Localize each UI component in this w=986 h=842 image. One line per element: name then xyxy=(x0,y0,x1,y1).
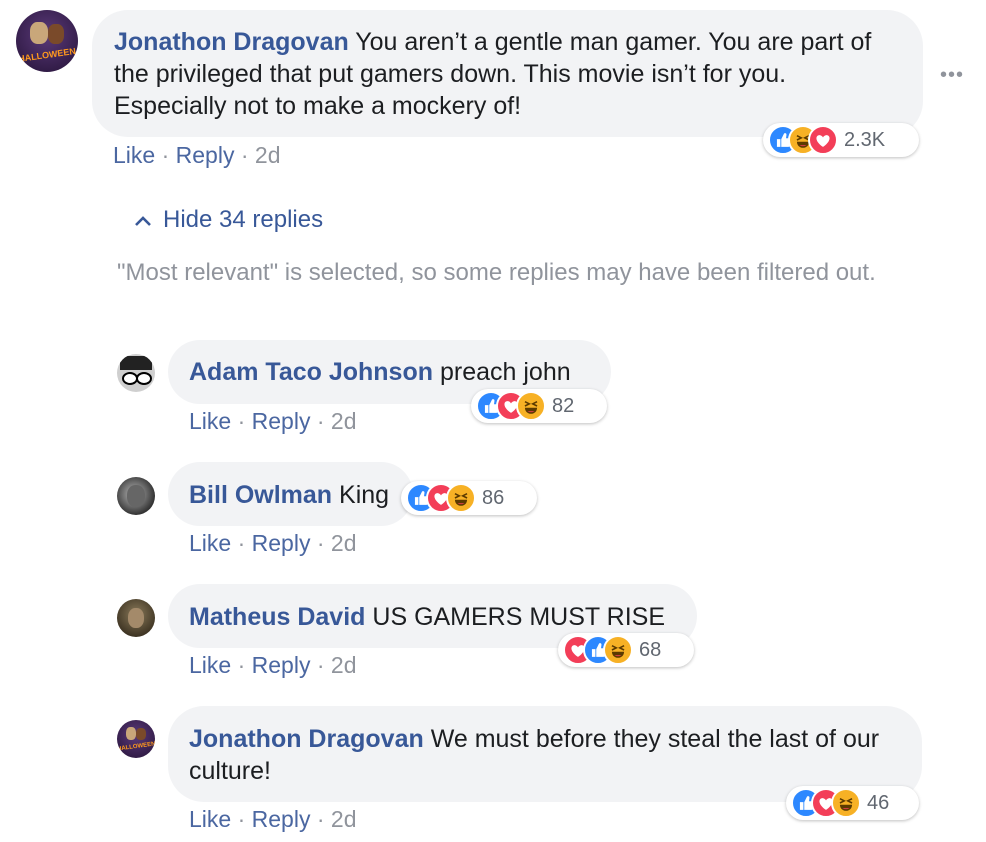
reply-text: preach john xyxy=(439,358,571,386)
reply-actions: Like · Reply · 2d xyxy=(189,530,357,557)
comment-bubble: Jonathon Dragovan You aren’t a gentle ma… xyxy=(92,10,923,137)
reaction-summary[interactable]: 68 xyxy=(558,633,694,667)
reply-text: King xyxy=(339,481,390,509)
reaction-summary[interactable]: 82 xyxy=(471,389,607,423)
haha-reaction-icon xyxy=(831,788,861,818)
avatar-logo-text: HALLOWEEN xyxy=(17,46,77,64)
reply-link[interactable]: Reply xyxy=(252,408,311,434)
reply-actions: Like · Reply · 2d xyxy=(189,806,357,833)
separator: · xyxy=(240,142,255,168)
hide-replies-label: Hide 34 replies xyxy=(163,206,324,233)
hide-replies-toggle[interactable]: Hide 34 replies xyxy=(133,206,323,234)
reaction-count: 2.3K xyxy=(844,128,886,151)
separator: · xyxy=(316,408,331,434)
avatar[interactable]: HALLOWEEN xyxy=(16,10,78,72)
separator: · xyxy=(316,530,331,556)
reaction-summary[interactable]: 46 xyxy=(786,786,919,820)
avatar[interactable] xyxy=(117,599,155,637)
reply-text: US GAMERS MUST RISE xyxy=(372,603,666,631)
more-options-icon[interactable]: ••• xyxy=(940,64,964,87)
like-link[interactable]: Like xyxy=(189,652,231,678)
like-link[interactable]: Like xyxy=(189,530,231,556)
like-link[interactable]: Like xyxy=(113,142,155,168)
comment-time[interactable]: 2d xyxy=(255,142,281,168)
reaction-summary[interactable]: 2.3K xyxy=(763,123,919,157)
reply-time[interactable]: 2d xyxy=(331,806,357,832)
haha-reaction-icon xyxy=(603,635,633,665)
filter-notice: "Most relevant" is selected, so some rep… xyxy=(117,259,876,286)
separator: · xyxy=(237,652,252,678)
separator: · xyxy=(237,408,252,434)
like-link[interactable]: Like xyxy=(189,806,231,832)
reaction-count: 46 xyxy=(867,791,890,814)
separator: · xyxy=(237,806,252,832)
separator: · xyxy=(161,142,176,168)
avatar[interactable] xyxy=(117,477,155,515)
comment-author[interactable]: Jonathon Dragovan xyxy=(114,28,349,56)
reply-actions: Like · Reply · 2d xyxy=(189,652,357,679)
haha-reaction-icon xyxy=(516,391,546,421)
haha-reaction-icon xyxy=(446,483,476,513)
reaction-count: 82 xyxy=(552,394,575,417)
chevron-up-icon xyxy=(135,215,151,226)
reply-link[interactable]: Reply xyxy=(252,652,311,678)
reply-time[interactable]: 2d xyxy=(331,530,357,556)
reply-link[interactable]: Reply xyxy=(252,530,311,556)
reply-actions: Like · Reply · 2d xyxy=(189,408,357,435)
avatar-logo-text: HALLOWEEN xyxy=(117,741,155,753)
reply-author[interactable]: Bill Owlman xyxy=(189,481,332,509)
reply-author[interactable]: Adam Taco Johnson xyxy=(189,358,433,386)
separator: · xyxy=(316,806,331,832)
reaction-count: 68 xyxy=(639,638,662,661)
reaction-summary[interactable]: 86 xyxy=(401,481,537,515)
comment-actions: Like · Reply · 2d xyxy=(113,142,281,169)
reply-bubble: Bill Owlman King xyxy=(168,462,413,526)
reaction-count: 86 xyxy=(482,486,505,509)
separator: · xyxy=(316,652,331,678)
separator: · xyxy=(237,530,252,556)
reply-link[interactable]: Reply xyxy=(252,806,311,832)
love-reaction-icon xyxy=(808,125,838,155)
reply-time[interactable]: 2d xyxy=(331,652,357,678)
reply-author[interactable]: Jonathon Dragovan xyxy=(189,725,424,753)
avatar[interactable]: HALLOWEEN xyxy=(117,720,155,758)
avatar[interactable] xyxy=(117,354,155,392)
reply-link[interactable]: Reply xyxy=(176,142,235,168)
like-link[interactable]: Like xyxy=(189,408,231,434)
reply-author[interactable]: Matheus David xyxy=(189,603,365,631)
reply-time[interactable]: 2d xyxy=(331,408,357,434)
